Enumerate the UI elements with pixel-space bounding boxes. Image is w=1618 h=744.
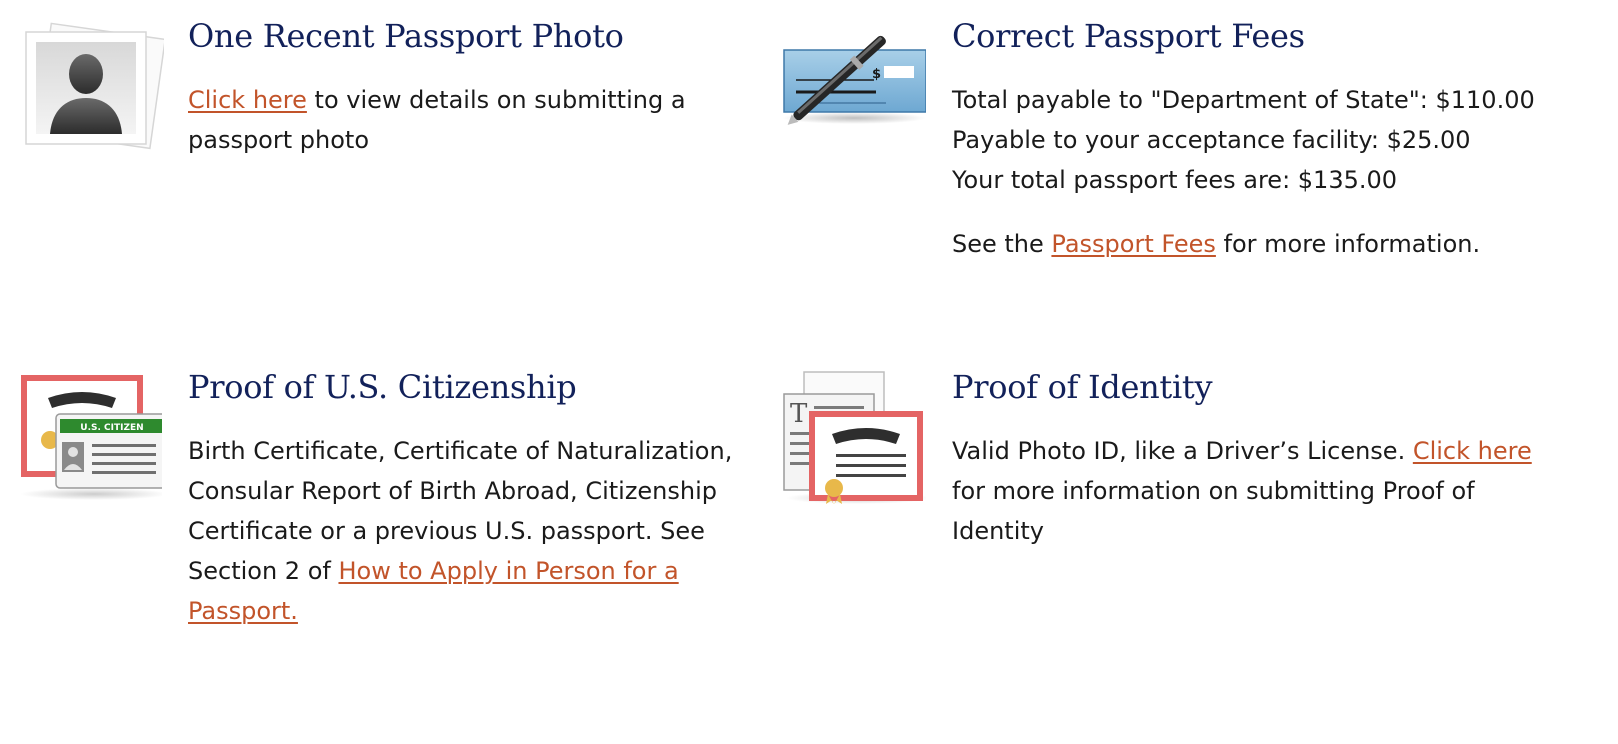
fees-title: Correct Passport Fees	[952, 17, 1305, 55]
check-pen-icon: $	[776, 10, 926, 150]
citizen-card-icon: U.S. CITIZEN	[12, 364, 162, 504]
identity-title: Proof of Identity	[952, 368, 1213, 406]
fees-line-total: Your total passport fees are: $135.00	[952, 166, 1398, 194]
fees-see-more: See the Passport Fees for more informati…	[952, 224, 1572, 264]
identity-text: Valid Photo ID, like a Driver’s License.…	[952, 431, 1572, 551]
identity-doc-letter: T	[790, 399, 808, 429]
citizenship-title: Proof of U.S. Citizenship	[188, 368, 577, 406]
identity-certificate-icon: T	[776, 364, 926, 504]
passport-fees-link[interactable]: Passport Fees	[1051, 230, 1215, 258]
photo-title: One Recent Passport Photo	[188, 17, 624, 55]
photo-text: Click here to view details on submitting…	[188, 80, 788, 160]
citizenship-text: Birth Certificate, Certificate of Natura…	[188, 431, 768, 631]
fees-see-after: for more information.	[1215, 230, 1481, 258]
identity-details-link[interactable]: Click here	[1413, 437, 1532, 465]
citizen-card-label: U.S. CITIZEN	[80, 423, 143, 433]
fees-line-state: Total payable to "Department of State": …	[952, 86, 1535, 114]
identity-text-after: for more information on submitting Proof…	[952, 477, 1475, 545]
photo-details-link[interactable]: Click here	[188, 86, 307, 114]
fees-see-before: See the	[952, 230, 1052, 258]
fees-lines: Total payable to "Department of State": …	[952, 80, 1572, 200]
person-photo-icon	[14, 10, 164, 150]
fees-line-facility: Payable to your acceptance facility: $25…	[952, 126, 1471, 154]
identity-text-before: Valid Photo ID, like a Driver’s License.	[952, 437, 1413, 465]
